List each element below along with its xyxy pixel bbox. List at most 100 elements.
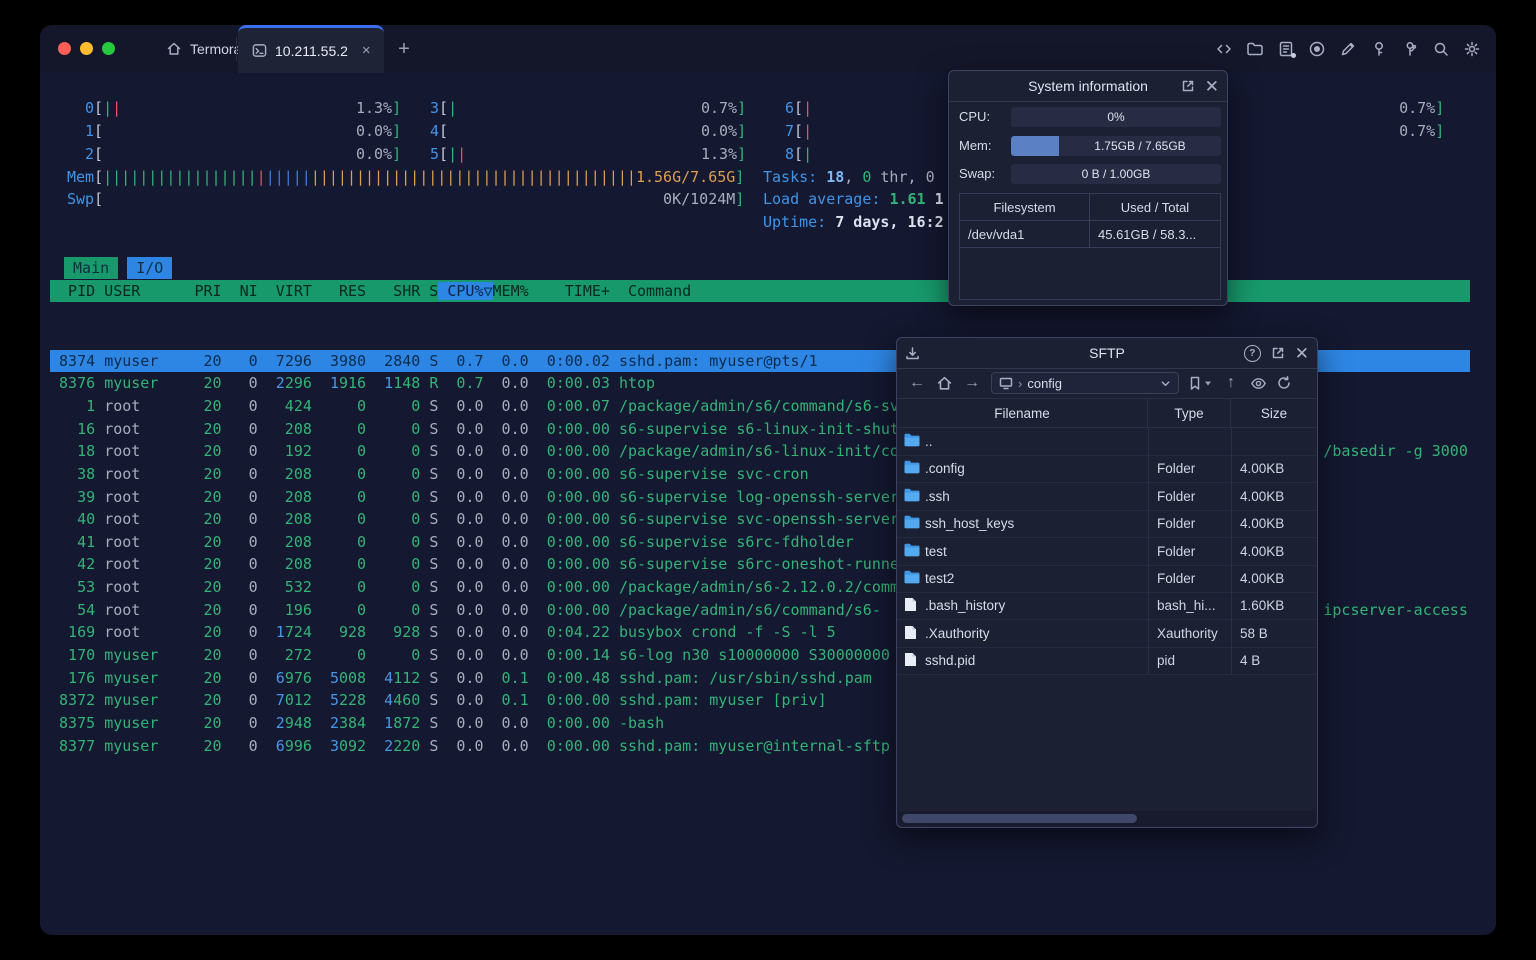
- cpu-meter-8: 8[|: [785, 145, 813, 163]
- open-in-window-icon[interactable]: [1181, 79, 1195, 93]
- file-name: ..: [925, 434, 933, 449]
- file-type: Folder: [1157, 461, 1196, 477]
- scrollbar-thumb[interactable]: [902, 814, 1137, 823]
- home-icon: [167, 42, 181, 55]
- close-panel-icon[interactable]: ✕: [1295, 345, 1309, 362]
- tab-session-label: 10.211.55.2: [275, 42, 348, 59]
- keychain-icon[interactable]: [1400, 39, 1420, 59]
- file-row-.Xauthority[interactable]: .Xauthority Xauthority 58 B: [897, 620, 1317, 648]
- file-name: test: [925, 543, 947, 559]
- file-name: ssh_host_keys: [925, 516, 1015, 532]
- swap-label: Swap:: [959, 166, 996, 181]
- cpu-meter-2: 2[ 0.0%]: [85, 145, 402, 163]
- maximize-window-button[interactable]: [102, 42, 115, 55]
- file-type: Folder: [1157, 571, 1196, 586]
- htop-tab-main[interactable]: Main: [64, 257, 119, 279]
- current-folder-label: config: [1027, 375, 1063, 391]
- bookmark-icon[interactable]: [1188, 376, 1202, 391]
- file-row-test2[interactable]: test2 Folder 4.00KB: [897, 565, 1317, 593]
- column-header-size[interactable]: Size: [1231, 399, 1317, 428]
- htop-tab-io[interactable]: I/O: [127, 257, 173, 279]
- file-name: test2: [925, 571, 955, 586]
- fs-col-used-total[interactable]: Used / Total: [1090, 194, 1220, 221]
- titlebar-toolbar: [1214, 39, 1482, 59]
- sftp-toolbar: ← → › config ↑: [897, 368, 1317, 399]
- file-size: 4.00KB: [1240, 488, 1285, 504]
- cpu-usage-value: 0%: [1107, 110, 1125, 124]
- new-tab-button[interactable]: +: [392, 37, 416, 61]
- file-name: sshd.pid: [925, 653, 976, 669]
- column-divider: [1148, 428, 1149, 675]
- help-icon[interactable]: ?: [1243, 344, 1261, 362]
- folder-icon: [904, 570, 920, 584]
- swap-usage-value: 0 B / 1.00GB: [1081, 167, 1151, 181]
- chevron-down-icon[interactable]: [1160, 378, 1171, 389]
- show-hidden-eye-icon[interactable]: [1250, 375, 1267, 392]
- breadcrumb-chevron: ›: [1018, 375, 1023, 391]
- horizontal-scrollbar[interactable]: [898, 811, 1316, 826]
- parent-directory-icon[interactable]: ↑: [1221, 374, 1241, 392]
- file-icon: [905, 625, 916, 639]
- key-icon[interactable]: [1369, 39, 1389, 59]
- mem-usage-bar: 1.75GB / 7.65GB: [1011, 136, 1221, 156]
- cpu-label: CPU:: [959, 109, 991, 124]
- record-icon[interactable]: [1307, 39, 1327, 59]
- tab-separator: [236, 37, 237, 61]
- system-info-titlebar: System information ✕: [949, 71, 1227, 102]
- file-type: pid: [1157, 653, 1176, 669]
- cpu-meter-0: 0[|| 1.3%]: [85, 99, 402, 117]
- folder-icon[interactable]: [1245, 39, 1265, 59]
- path-breadcrumb[interactable]: › config: [991, 372, 1179, 394]
- load-average: Load average: 1.61 1: [763, 190, 944, 208]
- open-in-window-icon[interactable]: [1271, 346, 1285, 360]
- search-icon[interactable]: [1431, 39, 1451, 59]
- column-header-type[interactable]: Type: [1148, 399, 1231, 428]
- file-row-ssh_host_keys[interactable]: ssh_host_keys Folder 4.00KB: [897, 510, 1317, 539]
- cpu-meter-3: 3[| 0.7%]: [430, 99, 747, 117]
- settings-icon[interactable]: [1462, 39, 1482, 59]
- folder-icon: [904, 515, 920, 529]
- swap-usage-bar: 0 B / 1.00GB: [1011, 164, 1221, 184]
- fs-row-device[interactable]: /dev/vda1: [960, 221, 1090, 248]
- close-window-button[interactable]: [58, 42, 71, 55]
- bookmark-dropdown-icon[interactable]: [1204, 379, 1212, 387]
- close-panel-icon[interactable]: ✕: [1205, 78, 1219, 95]
- file-row-test[interactable]: test Folder 4.00KB: [897, 538, 1317, 566]
- fs-col-filesystem[interactable]: Filesystem: [960, 194, 1090, 221]
- filesystem-table: Filesystem Used / Total /dev/vda1 45.61G…: [959, 193, 1221, 300]
- edit-icon[interactable]: [1338, 39, 1358, 59]
- column-header-filename[interactable]: Filename: [897, 399, 1148, 428]
- code-icon[interactable]: [1214, 39, 1234, 59]
- file-type: Folder: [1157, 488, 1196, 504]
- download-icon[interactable]: [905, 346, 920, 361]
- process-table-header[interactable]: PID USER PRI NI VIRT RES SHR S CPU%▽MEM%…: [50, 280, 1470, 302]
- refresh-icon[interactable]: [1276, 375, 1292, 391]
- file-row-.config[interactable]: .config Folder 4.00KB: [897, 455, 1317, 484]
- file-size: 4.00KB: [1240, 461, 1285, 477]
- file-type: Folder: [1157, 516, 1196, 532]
- terminal-icon: [252, 44, 267, 57]
- file-row-.ssh[interactable]: .ssh Folder 4.00KB: [897, 483, 1317, 511]
- file-size: 4.00KB: [1240, 543, 1285, 559]
- forward-icon[interactable]: →: [962, 374, 982, 392]
- tab-close-icon[interactable]: ×: [362, 42, 371, 59]
- minimize-window-button[interactable]: [80, 42, 93, 55]
- back-icon[interactable]: ←: [907, 374, 927, 392]
- home-icon[interactable]: [936, 375, 953, 392]
- file-type: Folder: [1157, 543, 1196, 559]
- uptime: Uptime: 7 days, 16:2: [763, 213, 944, 231]
- sessions-icon[interactable]: [1276, 39, 1296, 59]
- system-information-panel: System information ✕ CPU: 0% Mem: 1.75GB…: [948, 70, 1228, 306]
- file-size: 4.00KB: [1240, 516, 1285, 532]
- fs-row-usage[interactable]: 45.61GB / 58.3...: [1090, 221, 1220, 248]
- sftp-titlebar: SFTP ? ✕: [897, 338, 1317, 369]
- mem-usage-fill: [1011, 136, 1060, 156]
- file-row-sshd.pid[interactable]: sshd.pid pid 4 B: [897, 647, 1317, 676]
- memory-meter: Mem[||||||||||||||||||||||||||||||||||||…: [67, 168, 745, 186]
- tab-session-active[interactable]: 10.211.55.2 ×: [238, 25, 384, 73]
- file-row-.bash_history[interactable]: .bash_history bash_hi... 1.60KB: [897, 592, 1317, 621]
- mem-label: Mem:: [959, 138, 992, 153]
- file-name: .ssh: [925, 488, 950, 504]
- file-row-parent[interactable]: ..: [897, 428, 1317, 456]
- file-size: 4 B: [1240, 653, 1261, 669]
